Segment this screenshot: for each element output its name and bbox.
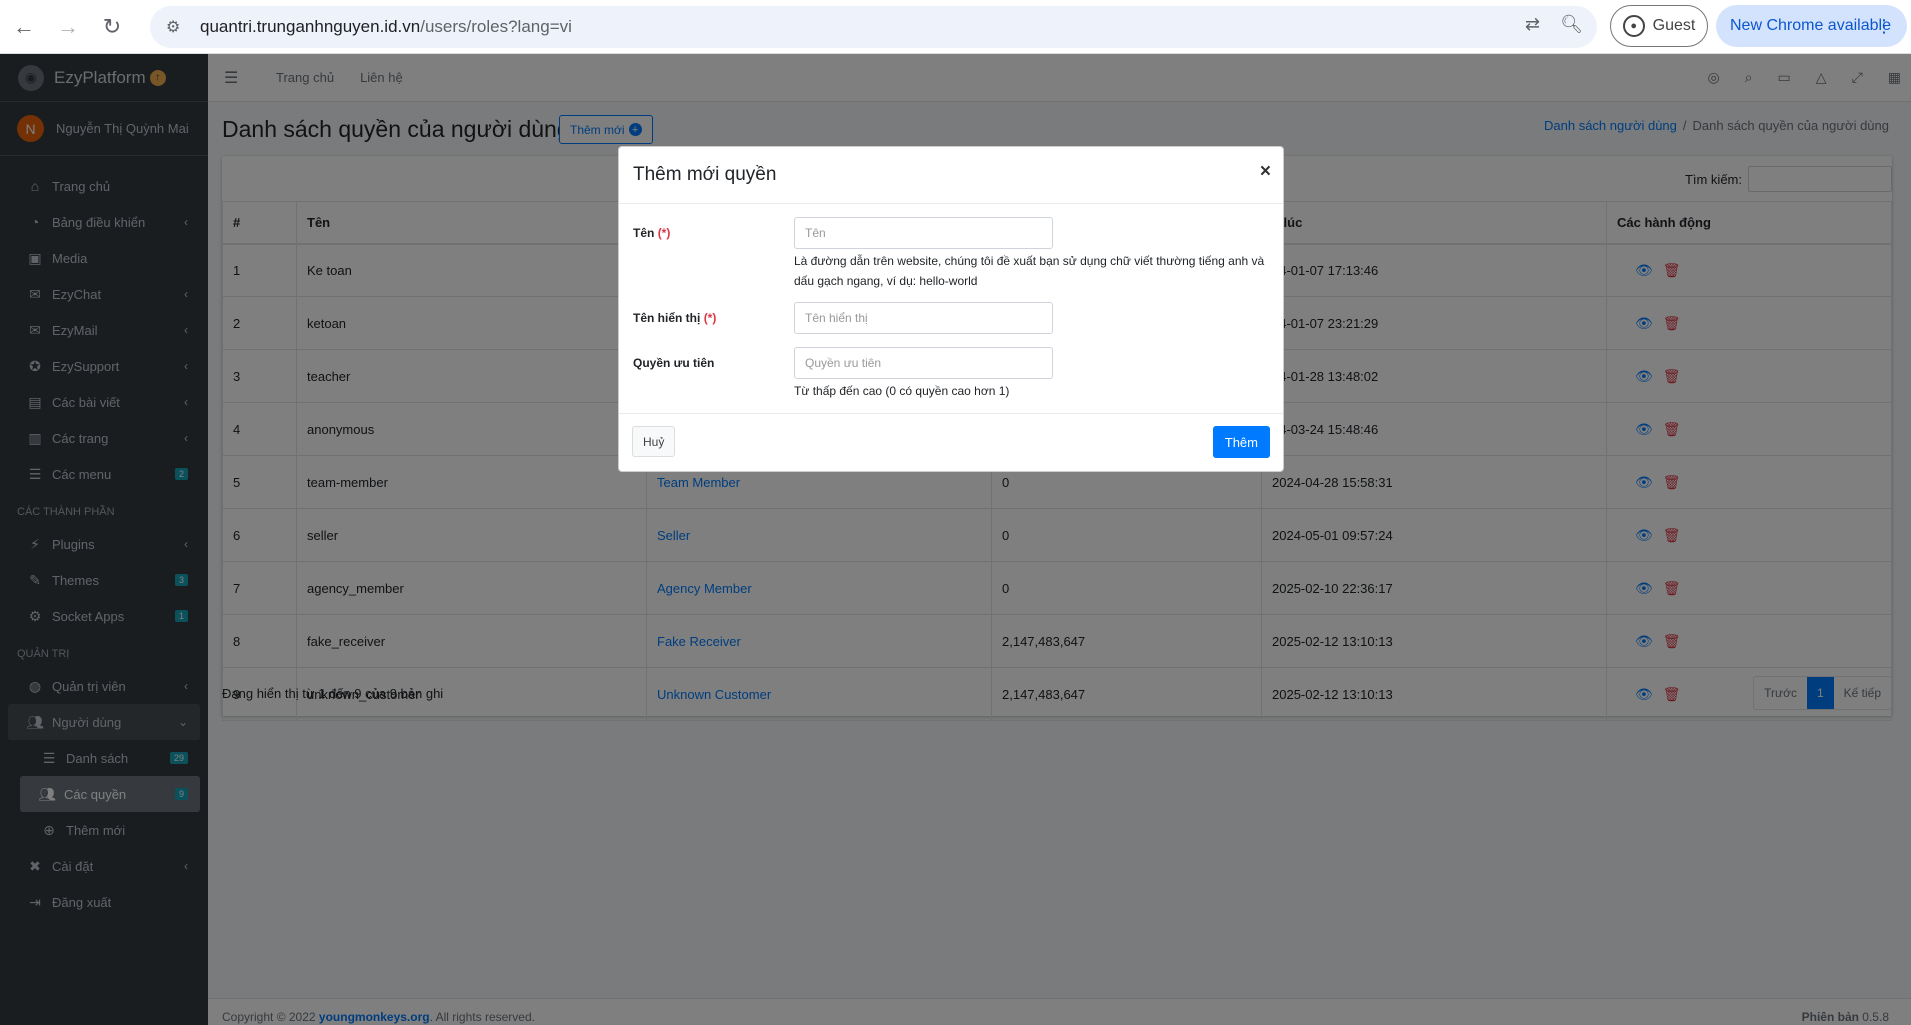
- modal-header: Thêm mới quyền ×: [619, 147, 1283, 204]
- chrome-update-button[interactable]: New Chrome available ⋮: [1716, 5, 1907, 47]
- forward-icon[interactable]: →: [48, 7, 88, 47]
- name-label: Tên (*): [633, 226, 670, 240]
- translate-icon[interactable]: ⇄: [1525, 14, 1540, 35]
- cancel-button[interactable]: Huỷ: [632, 426, 676, 457]
- profile-label: Guest: [1652, 17, 1696, 34]
- display-name-label: Tên hiển thị (*): [633, 311, 716, 325]
- priority-label: Quyền ưu tiên: [633, 356, 715, 370]
- url-host: quantri.trunganhnguyen.id.vn: [200, 17, 421, 36]
- back-icon[interactable]: ←: [4, 7, 44, 47]
- modal-footer: Huỷ Thêm: [619, 413, 1283, 473]
- url-path: /users/roles?lang=vi: [420, 17, 572, 36]
- name-help-text: Là đường dẫn trên website, chúng tôi đề …: [794, 254, 1265, 288]
- browser-toolbar: ← → ↻ ⚙ quantri.trunganhnguyen.id.vn/use…: [0, 0, 1911, 54]
- kebab-menu-icon[interactable]: ⋮: [1875, 16, 1893, 37]
- submit-button[interactable]: Thêm: [1212, 426, 1270, 458]
- profile-button[interactable]: ● Guest: [1610, 5, 1708, 47]
- address-bar[interactable]: ⚙ quantri.trunganhnguyen.id.vn/users/rol…: [150, 6, 1597, 48]
- add-role-modal: Thêm mới quyền × Tên (*) Tên Là đường dẫ…: [618, 146, 1284, 472]
- profile-icon: ●: [1622, 15, 1645, 37]
- url-text[interactable]: quantri.trunganhnguyen.id.vn/users/roles…: [200, 17, 572, 37]
- required-marker: (*): [657, 226, 671, 240]
- label-text: Tên: [633, 226, 655, 240]
- label-text: Tên hiển thị: [633, 311, 701, 325]
- reload-icon[interactable]: ↻: [92, 7, 132, 47]
- name-input[interactable]: Tên: [794, 217, 1053, 249]
- required-marker: (*): [703, 311, 717, 325]
- site-info-icon[interactable]: ⚙: [166, 17, 188, 37]
- priority-help-text: Từ thấp đến cao (0 có quyền cao hơn 1): [794, 384, 1010, 398]
- display-name-input[interactable]: Tên hiển thị: [794, 302, 1053, 334]
- priority-input[interactable]: Quyền ưu tiên: [794, 347, 1053, 379]
- zoom-icon[interactable]: 🔍︎: [1560, 14, 1583, 35]
- update-label: New Chrome available: [1730, 17, 1891, 34]
- modal-title: Thêm mới quyền: [633, 164, 777, 185]
- close-icon[interactable]: ×: [1260, 161, 1271, 183]
